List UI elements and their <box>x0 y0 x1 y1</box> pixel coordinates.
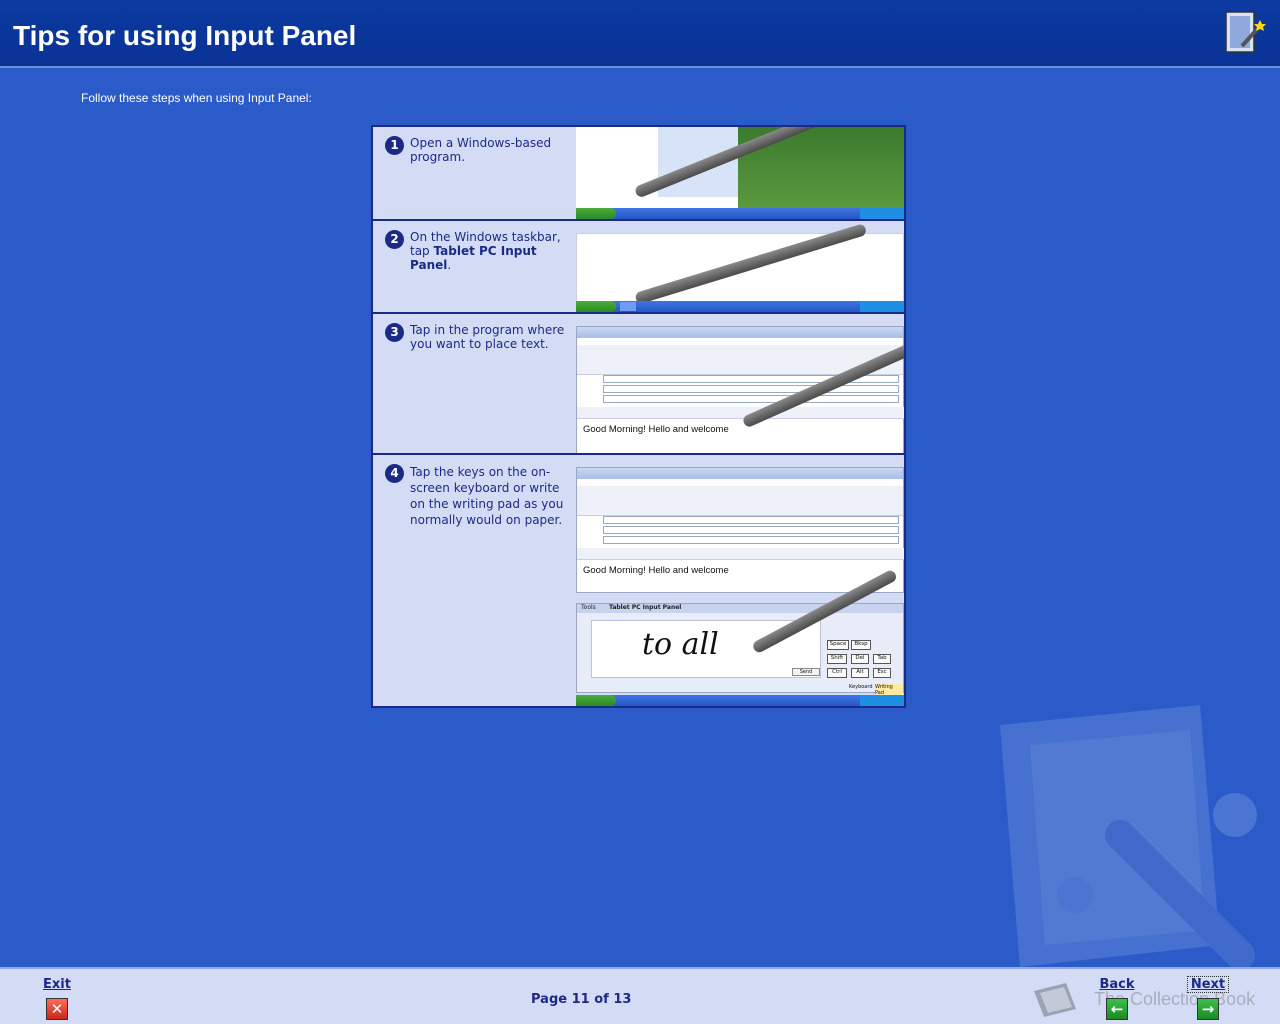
step-description: Tap in the program where you want to pla… <box>410 323 565 351</box>
step-3: 3 Tap in the program where you want to p… <box>373 314 904 455</box>
step-2: 2 On the Windows taskbar, tap Tablet PC … <box>373 221 904 314</box>
email-window: Good Morning! Hello and welcome <box>576 326 904 453</box>
subject-field <box>603 536 899 544</box>
input-panel: Tools Tablet PC Input Panel to all Send … <box>576 603 904 696</box>
system-tray <box>860 301 904 312</box>
tools-menu: Tools <box>581 604 596 611</box>
step-2-screenshot <box>576 221 904 312</box>
alt-key: Alt <box>851 668 869 678</box>
start-button <box>576 695 616 706</box>
step-4-text: 4 Tap the keys on the on-screen keyboard… <box>373 455 576 706</box>
step-1-screenshot <box>576 127 904 219</box>
footer: Exit ✕ Page 11 of 13 The Collection Book… <box>0 967 1280 1024</box>
message-body-text: Good Morning! Hello and welcome <box>583 565 729 576</box>
header: Tips for using Input Panel <box>0 0 1280 68</box>
bksp-key: Bksp <box>851 640 871 650</box>
page-title: Tips for using Input Panel <box>13 20 357 51</box>
next-button[interactable]: → <box>1197 998 1219 1020</box>
exit-button[interactable]: ✕ <box>46 998 68 1020</box>
close-icon: ✕ <box>50 1000 64 1018</box>
step-4-screenshot: Good Morning! Hello and welcome Tools Ta… <box>576 455 904 706</box>
window-titlebar <box>577 327 903 338</box>
step-number: 3 <box>385 323 404 342</box>
step-1: 1 Open a Windows-based program. <box>373 127 904 221</box>
book-watermark-icon <box>1000 705 1257 967</box>
ctrl-key: Ctrl <box>827 668 847 678</box>
email-toolbar <box>577 486 903 516</box>
cc-field <box>603 385 899 393</box>
del-key: Del <box>851 654 869 664</box>
system-tray <box>860 208 904 219</box>
next-link[interactable]: Next <box>1187 976 1229 993</box>
start-button <box>576 301 616 312</box>
send-button: Send <box>792 668 820 676</box>
step-2-text: 2 On the Windows taskbar, tap Tablet PC … <box>373 221 576 312</box>
input-panel-taskbar-icon <box>620 302 636 311</box>
wizard-icon <box>1225 11 1266 53</box>
book-icon <box>1034 983 1076 1017</box>
subject-field <box>603 395 899 403</box>
steps-table: 1 Open a Windows-based program. 2 On the… <box>371 125 906 708</box>
email-window: Good Morning! Hello and welcome <box>576 467 904 593</box>
message-body-text: Good Morning! Hello and welcome <box>583 424 729 435</box>
step-number: 2 <box>385 230 404 249</box>
window-titlebar <box>577 468 903 479</box>
taskbar <box>576 208 904 219</box>
system-tray <box>860 695 904 706</box>
step-description: Open a Windows-based program. <box>410 136 552 164</box>
taskbar <box>576 695 904 706</box>
tab-key: Tab <box>873 654 891 664</box>
step-description-end: . <box>447 258 452 272</box>
start-button <box>576 208 616 219</box>
handwriting-ink: to all <box>642 627 719 662</box>
step-number: 4 <box>385 464 404 483</box>
input-panel-title: Tablet PC Input Panel <box>609 604 682 611</box>
arrow-left-icon: ← <box>1110 1000 1124 1018</box>
format-bar <box>577 548 904 560</box>
step-description: Tap the keys on the on-screen keyboard o… <box>410 465 564 527</box>
step-number: 1 <box>385 136 404 155</box>
step-3-text: 3 Tap in the program where you want to p… <box>373 314 576 453</box>
keyboard-keys: Space Bksp Shift Del Tab Ctrl Alt Esc <box>827 640 899 682</box>
input-panel-titlebar: Tools Tablet PC Input Panel <box>577 604 903 613</box>
keyboard-tab: Keyboard <box>849 684 873 690</box>
intro-text: Follow these steps when using Input Pane… <box>81 91 312 105</box>
cc-field <box>603 526 899 534</box>
shift-key: Shift <box>827 654 847 664</box>
step-3-screenshot: Good Morning! Hello and welcome <box>576 314 904 453</box>
exit-link[interactable]: Exit <box>37 977 77 992</box>
back-button[interactable]: ← <box>1106 998 1128 1020</box>
page-indicator: Page 11 of 13 <box>531 992 632 1007</box>
space-key: Space <box>827 640 849 650</box>
back-link[interactable]: Back <box>1097 977 1137 992</box>
step-1-text: 1 Open a Windows-based program. <box>373 127 576 219</box>
arrow-right-icon: → <box>1201 1000 1215 1018</box>
format-bar <box>577 407 904 419</box>
to-field <box>603 516 899 524</box>
step-4: 4 Tap the keys on the on-screen keyboard… <box>373 455 904 706</box>
esc-key: Esc <box>873 668 891 678</box>
